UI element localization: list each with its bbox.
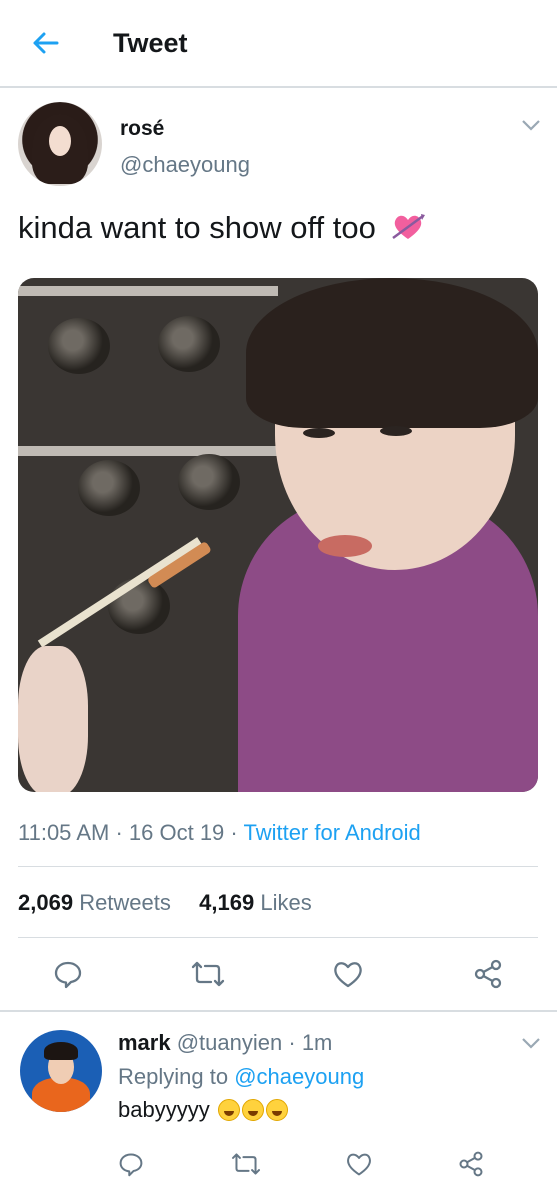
reply-author-avatar[interactable] (20, 1030, 102, 1112)
back-button[interactable] (28, 26, 62, 60)
laughing-face-icon (217, 1099, 240, 1121)
tweet-date: 16 Oct 19 (128, 820, 225, 845)
reply-text-content: babyyyyy (118, 1097, 210, 1122)
meta-separator: · (115, 820, 123, 845)
reply-retweet-button[interactable] (226, 1144, 266, 1184)
page-title: Tweet (113, 28, 188, 58)
heart-with-arrow-icon (391, 214, 425, 240)
arrow-left-icon (33, 32, 59, 54)
chevron-down-icon (522, 1038, 540, 1049)
reply-time: 1m (301, 1030, 333, 1055)
author-avatar[interactable] (18, 102, 102, 186)
reply-options-button[interactable] (521, 1036, 541, 1055)
laughing-face-icon (241, 1099, 264, 1121)
tweet-text: kinda want to show off too (18, 210, 425, 246)
reply-like-button[interactable] (339, 1144, 379, 1184)
author-handle[interactable]: @chaeyoung (120, 152, 250, 178)
share-icon (459, 1151, 483, 1177)
top-bar: Tweet (0, 0, 557, 88)
meta-separator: · (288, 1030, 296, 1055)
heart-icon (347, 1153, 371, 1176)
author-name[interactable]: rosé (120, 117, 164, 141)
reply-button[interactable] (48, 954, 88, 994)
like-button[interactable] (328, 954, 368, 994)
share-button[interactable] (468, 954, 508, 994)
divider (18, 937, 538, 938)
chevron-down-icon (522, 120, 540, 131)
tweet-photo[interactable] (18, 278, 538, 792)
reply-author-handle[interactable]: @tuanyien (177, 1030, 283, 1055)
replying-to-line: Replying to @chaeyoung (118, 1064, 364, 1090)
tweet-time: 11:05 AM (18, 820, 110, 845)
heart-icon (334, 962, 362, 988)
retweet-button[interactable] (188, 954, 228, 994)
reply-reply-button[interactable] (111, 1144, 151, 1184)
retweet-icon (232, 1153, 260, 1175)
retweets-stat[interactable]: 2,069 Retweets (18, 890, 171, 915)
tweet-stats: 2,069 Retweets 4,169 Likes (18, 890, 312, 916)
reply-share-button[interactable] (451, 1144, 491, 1184)
tweet-text-content: kinda want to show off too (18, 210, 376, 245)
meta-separator: · (230, 820, 238, 845)
divider (18, 866, 538, 867)
likes-stat[interactable]: 4,169 Likes (199, 890, 312, 915)
replying-to-handle[interactable]: @chaeyoung (234, 1064, 364, 1089)
tweet-source-link[interactable]: Twitter for Android (243, 820, 420, 845)
section-divider (0, 1010, 557, 1012)
reply-text: babyyyyy (118, 1097, 288, 1123)
reply-author-line: mark @tuanyien · 1m (118, 1030, 332, 1056)
comment-icon (119, 1153, 143, 1177)
laughing-face-icon (265, 1099, 288, 1121)
tweet-timestamp: 11:05 AM · 16 Oct 19 · Twitter for Andro… (18, 820, 421, 846)
replying-to-label: Replying to (118, 1064, 229, 1089)
share-icon (474, 959, 502, 989)
retweet-icon (191, 961, 225, 987)
reply-author-name[interactable]: mark (118, 1030, 171, 1055)
tweet-options-button[interactable] (521, 118, 541, 137)
comment-icon (54, 961, 82, 989)
